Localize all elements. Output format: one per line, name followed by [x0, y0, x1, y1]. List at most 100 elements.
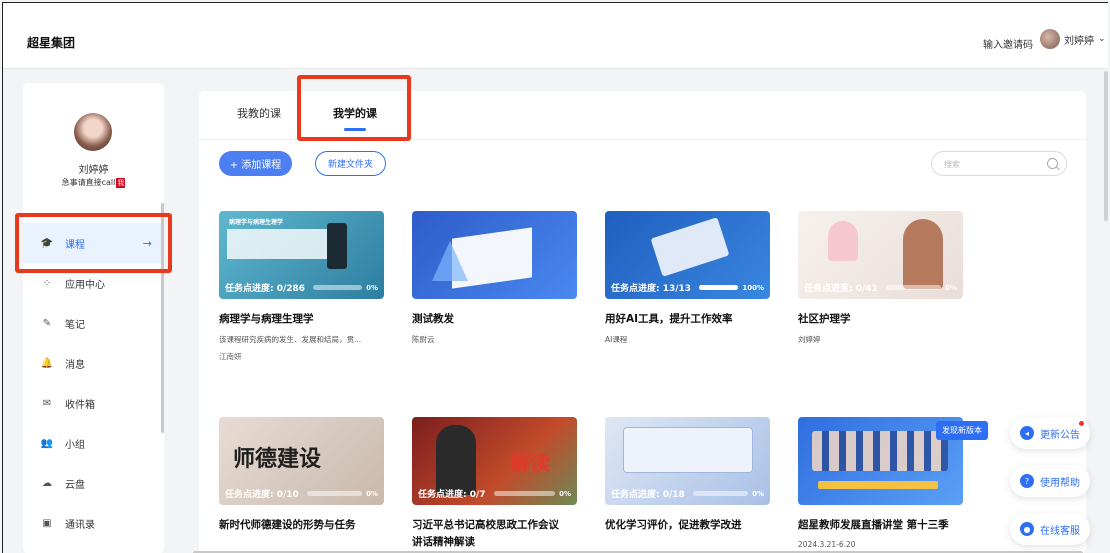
progress-bar	[692, 491, 749, 496]
app-window: 超星集团 输入邀请码 刘婷婷 ⌄ 刘婷婷 急事请直接call 我 🎓 课程 → ⁘…	[2, 2, 1108, 553]
course-title[interactable]: 优化学习评价，促进教学改进	[605, 517, 770, 532]
course-title[interactable]: 超星教师发展直播讲堂 第十三季	[798, 517, 963, 532]
progress-percent: 0%	[559, 489, 571, 498]
course-desc: 陈尉云	[412, 335, 435, 344]
microscope-icon	[327, 223, 347, 269]
sidebar-item-contacts[interactable]: ▣ 通讯录	[23, 503, 164, 543]
new-folder-button[interactable]: 新建文件夹	[315, 151, 386, 176]
course-title[interactable]: 测试教发	[412, 311, 577, 326]
progress-row: 任务点进度: 13/13 100%	[611, 281, 764, 295]
search-icon[interactable]	[1047, 158, 1058, 169]
group-icon: 👥	[40, 437, 54, 449]
course-thumbnail[interactable]: 任务点进度: 0/41 0%	[798, 211, 963, 299]
progress-label: 任务点进度: 0/286	[225, 284, 306, 294]
thumbnail-document	[227, 229, 327, 259]
course-title[interactable]: 病理学与病理生理学	[219, 311, 384, 326]
sidebar-item-label: 云盘	[65, 479, 85, 491]
ruler-icon	[432, 241, 468, 281]
course-thumbnail[interactable]: 任务点进度: 0/18 0%	[605, 417, 770, 505]
course-author: 江南妍	[219, 352, 242, 361]
active-tab-indicator	[344, 128, 366, 131]
course-card[interactable]: 任务点进度: 0/18 0% 优化学习评价，促进教学改进	[605, 417, 770, 532]
sidebar-item-group[interactable]: 👥 小组	[23, 423, 164, 463]
progress-fill	[699, 285, 739, 290]
profile-avatar[interactable]	[74, 113, 112, 151]
bell-icon: 🔔	[40, 357, 54, 369]
sidebar-item-notes[interactable]: ✎ 笔记	[23, 303, 164, 343]
main-panel: 我教的课 我学的课 + 添加课程 新建文件夹 搜索 病理学与病理生理学 任务点进…	[199, 91, 1086, 553]
course-card[interactable]: 测试教发 陈尉云	[412, 211, 577, 345]
sidebar-item-label: 通讯录	[65, 519, 95, 531]
course-title[interactable]: 用好AI工具，提升工作效率	[605, 311, 770, 326]
progress-label: 任务点进度: 0/18	[611, 490, 685, 500]
add-course-button[interactable]: + 添加课程	[219, 151, 292, 176]
progress-row: 任务点进度: 0/18 0%	[611, 487, 764, 501]
thumbnail-calligraphy: 师德建设	[233, 446, 322, 472]
progress-percent: 0%	[752, 489, 764, 498]
course-card[interactable]: 师德建设 任务点进度: 0/10 0% 新时代师德建设的形势与任务	[219, 417, 384, 532]
sidebar-item-label: 小组	[65, 439, 85, 451]
course-thumbnail[interactable]: 任务点进度: 13/13 100%	[605, 211, 770, 299]
notebook-icon	[623, 427, 753, 473]
banner-stripe	[818, 481, 938, 489]
progress-bar	[306, 491, 363, 496]
brand-logo[interactable]: 超星集团	[27, 34, 75, 51]
graduation-icon: 🎓	[40, 237, 54, 249]
user-name: 刘婷婷	[1064, 35, 1094, 47]
speaker-figure	[436, 425, 476, 495]
course-title[interactable]: 社区护理学	[798, 311, 963, 326]
sidebar-item-label: 消息	[65, 359, 85, 371]
progress-bar	[885, 285, 942, 290]
online-service-button[interactable]: ● 在线客服	[1010, 513, 1090, 545]
progress-bar	[313, 285, 363, 290]
progress-bar	[493, 491, 556, 496]
course-title[interactable]: 习近平总书记高校思政工作会议	[412, 517, 577, 532]
new-version-badge[interactable]: 发现新版本	[936, 421, 988, 440]
invite-code-link[interactable]: 输入邀请码	[983, 36, 1033, 51]
sidebar-item-label: 收件箱	[65, 399, 95, 411]
online-service-label: 在线客服	[1040, 525, 1080, 537]
sidebar-item-inbox[interactable]: ✉ 收件箱	[23, 383, 164, 423]
teachers-photo	[812, 431, 948, 471]
thumbnail-title: 病理学与病理生理学	[229, 219, 284, 226]
course-title-line2[interactable]: 讲话精神解读	[412, 534, 577, 549]
sidebar-item-course[interactable]: 🎓 课程 →	[23, 223, 164, 263]
course-thumbnail[interactable]: 师德建设 任务点进度: 0/10 0%	[219, 417, 384, 505]
page-scrollbar[interactable]	[1104, 71, 1108, 221]
contacts-icon: ▣	[42, 517, 52, 529]
course-desc: AI课程	[605, 335, 628, 344]
course-thumbnail[interactable]: 解读 任务点进度: 0/7 0%	[412, 417, 577, 505]
update-notice-button[interactable]: ◂ 更新公告	[1010, 417, 1090, 449]
progress-percent: 0%	[945, 283, 957, 292]
progress-bar	[699, 285, 739, 290]
signature-text: 急事请直接call	[61, 178, 116, 187]
update-notice-label: 更新公告	[1040, 429, 1080, 441]
chevron-down-icon[interactable]: ⌄	[1098, 34, 1106, 44]
laptop-icon	[650, 217, 730, 277]
course-thumbnail[interactable]: 病理学与病理生理学 任务点进度: 0/286 0%	[219, 211, 384, 299]
course-card[interactable]: 任务点进度: 0/41 0% 社区护理学 刘婷婷	[798, 211, 963, 345]
sidebar-item-cloud[interactable]: ☁ 云盘	[23, 463, 164, 503]
course-card[interactable]: 病理学与病理生理学 任务点进度: 0/286 0% 病理学与病理生理学 该课程研…	[219, 211, 384, 362]
course-card[interactable]: 任务点进度: 13/13 100% 用好AI工具，提升工作效率 AI课程	[605, 211, 770, 345]
tab-learning[interactable]: 我学的课	[333, 105, 377, 121]
course-desc: 2024.3.21-6.20	[798, 540, 856, 549]
sidebar-item-app-center[interactable]: ⁘ 应用中心	[23, 263, 164, 303]
tab-divider	[199, 139, 1086, 140]
course-title[interactable]: 新时代师德建设的形势与任务	[219, 517, 384, 532]
sidebar-item-label: 应用中心	[65, 279, 105, 291]
help-button[interactable]: ? 使用帮助	[1010, 465, 1090, 497]
progress-row: 任务点进度: 0/41 0%	[804, 281, 957, 295]
sidebar-item-messages[interactable]: 🔔 消息	[23, 343, 164, 383]
sidebar-scrollbar[interactable]	[161, 203, 164, 433]
user-menu[interactable]: 刘婷婷 ⌄	[1040, 29, 1106, 49]
avatar[interactable]	[1040, 29, 1060, 49]
course-thumbnail[interactable]	[412, 211, 577, 299]
arrow-right-icon: →	[142, 236, 152, 250]
signature-tag: 我	[116, 178, 126, 188]
progress-row: 任务点进度: 0/10 0%	[225, 487, 378, 501]
sidebar-item-label: 笔记	[65, 319, 85, 331]
search-input[interactable]: 搜索	[931, 151, 1067, 176]
course-card[interactable]: 解读 任务点进度: 0/7 0% 习近平总书记高校思政工作会议 讲话精神解读	[412, 417, 577, 549]
tab-teaching[interactable]: 我教的课	[237, 105, 281, 121]
